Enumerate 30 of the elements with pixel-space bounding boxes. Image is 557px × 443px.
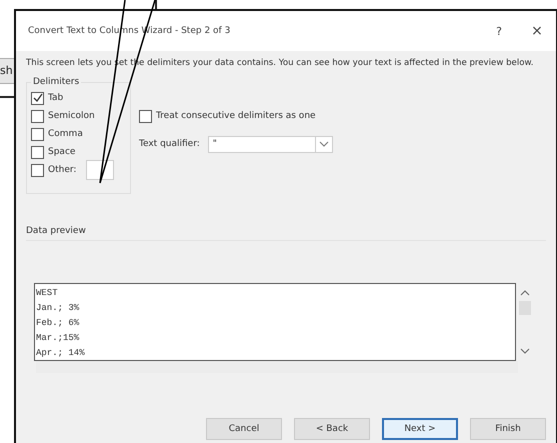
- checkbox-label[interactable]: Space: [48, 147, 76, 157]
- preview-line: WEST: [36, 287, 59, 300]
- dialog-button[interactable]: Next >: [382, 418, 458, 440]
- dialog-button[interactable]: Cancel: [206, 418, 282, 440]
- close-button[interactable]: ×: [518, 16, 556, 46]
- checkbox-label[interactable]: Semicolon: [48, 111, 95, 121]
- checkbox[interactable]: [31, 164, 44, 176]
- help-button[interactable]: ?: [480, 16, 518, 46]
- checkbox[interactable]: [31, 92, 44, 104]
- scroll-up-icon[interactable]: [520, 289, 530, 297]
- checkbox[interactable]: [31, 128, 44, 140]
- checkbox[interactable]: [139, 110, 152, 122]
- dialog-button[interactable]: Finish: [470, 418, 546, 440]
- preview-line: Jan.; 3%: [36, 302, 80, 315]
- checkbox-label[interactable]: Comma: [48, 129, 83, 139]
- checkbox[interactable]: [31, 146, 44, 158]
- checkbox[interactable]: [31, 110, 44, 122]
- preview-label: Data preview: [26, 226, 546, 241]
- preview-line: Apr.; 14%: [36, 347, 86, 360]
- horizontal-scrollbar[interactable]: [36, 361, 518, 373]
- preview-line: Mar.;15%: [36, 332, 80, 345]
- dialog-button[interactable]: < Back: [294, 418, 370, 440]
- preview-line: Feb.; 6%: [36, 317, 80, 330]
- qualifier-label: Text qualifier:: [139, 139, 200, 149]
- qualifier-dropdown[interactable]: ": [208, 136, 333, 152]
- scroll-down-icon[interactable]: [520, 347, 530, 355]
- group-label: Delimiters: [32, 77, 80, 87]
- checkbox-label[interactable]: Other:: [48, 165, 76, 175]
- checkbox-label[interactable]: Tab: [48, 93, 64, 103]
- checkbox-label[interactable]: Treat consecutive delimiters as one: [156, 111, 316, 121]
